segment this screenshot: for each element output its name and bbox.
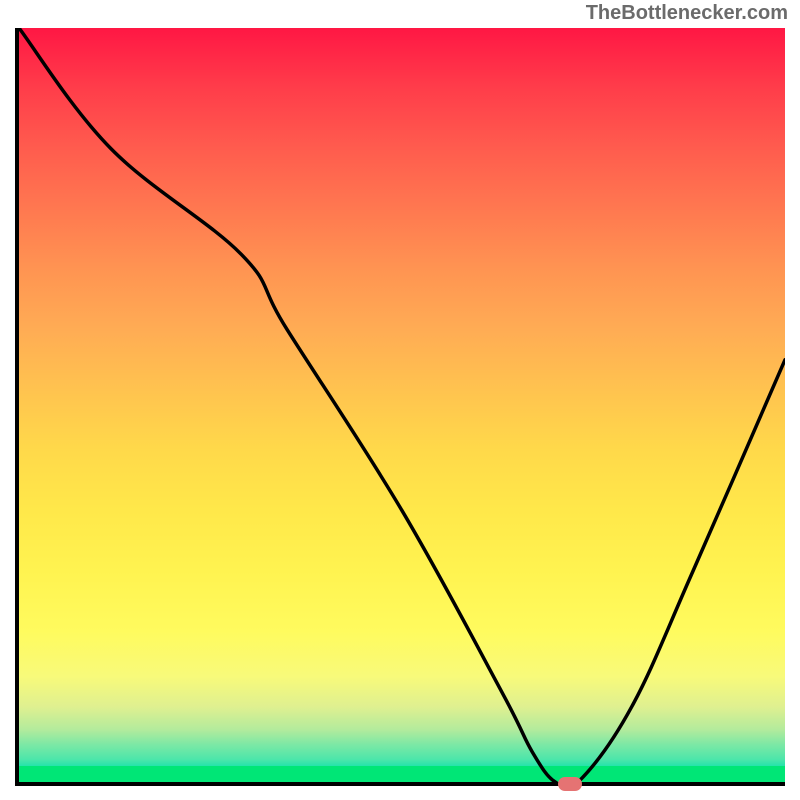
- bottleneck-curve: [19, 28, 785, 782]
- watermark-text: TheBottlenecker.com: [586, 2, 788, 25]
- chart-plot-area: [15, 28, 785, 786]
- optimal-point-marker: [558, 777, 582, 791]
